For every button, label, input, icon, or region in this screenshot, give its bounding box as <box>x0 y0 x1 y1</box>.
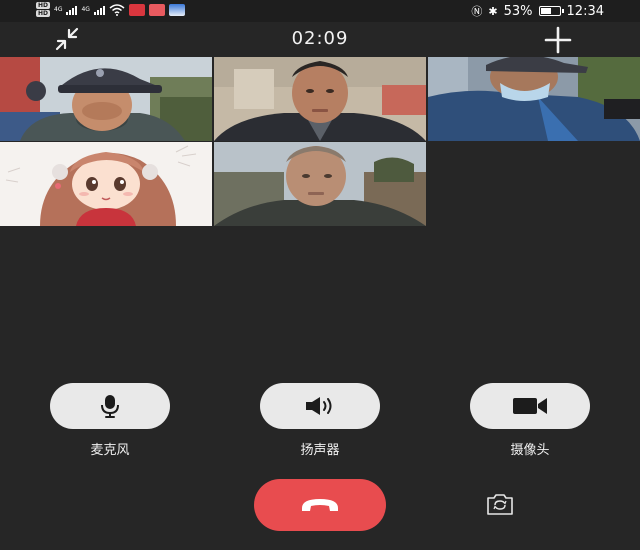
clock: 12:34 <box>566 3 604 19</box>
video-camera-icon <box>513 398 547 414</box>
microphone-control: 麦克风 <box>50 383 170 458</box>
battery-icon <box>538 6 564 16</box>
camera-control: 摄像头 <box>470 383 590 458</box>
battery-percent: 53% <box>503 3 533 19</box>
microphone-icon <box>101 395 119 418</box>
signal-strength-1-icon <box>66 5 78 15</box>
speaker-label: 扬声器 <box>300 443 340 458</box>
switch-camera-icon[interactable] <box>486 492 514 516</box>
sim1-hd-badge: HD <box>36 2 51 9</box>
notification-app-icon <box>148 3 165 16</box>
camera-button[interactable] <box>470 383 590 429</box>
status-bar: HD HD 4G 4G Ⓝ ✱ 53% 12:34 <box>0 0 640 22</box>
speaker-button[interactable] <box>260 383 380 429</box>
participant-video-3[interactable] <box>428 57 640 141</box>
status-bar-right: Ⓝ ✱ 53% 12:34 <box>471 3 604 19</box>
bluetooth-icon: ✱ <box>488 4 498 18</box>
battery-level-fill <box>540 8 551 14</box>
camera-label: 摄像头 <box>510 443 550 458</box>
notification-app-icon <box>128 3 145 16</box>
speaker-icon <box>306 397 332 415</box>
microphone-label: 麦克风 <box>90 443 130 458</box>
participant-video-5[interactable] <box>214 142 426 226</box>
participant-video-1[interactable] <box>0 57 212 141</box>
participant-avatar-4[interactable] <box>0 142 212 226</box>
wifi-icon <box>109 3 125 16</box>
speaker-control: 扬声器 <box>260 383 380 458</box>
nfc-icon: Ⓝ <box>471 5 483 18</box>
signal-strength-2-icon <box>93 5 105 15</box>
video-call-screen: HD HD 4G 4G Ⓝ ✱ 53% 12:34 02:09 麦克风 扬声器 … <box>0 0 640 550</box>
sim2-hd-badge: HD <box>36 10 51 17</box>
network-type-1: 4G <box>54 5 63 13</box>
hangup-button[interactable] <box>254 479 386 531</box>
plus-icon[interactable] <box>544 26 572 54</box>
notification-app-icon <box>168 3 185 16</box>
sim-indicators: HD HD <box>36 2 51 17</box>
status-bar-left: HD HD 4G 4G <box>36 2 185 17</box>
microphone-button[interactable] <box>50 383 170 429</box>
participant-video-2[interactable] <box>214 57 426 141</box>
phone-hangup-icon <box>302 499 338 511</box>
call-header: 02:09 <box>0 22 640 56</box>
network-type-2: 4G <box>81 5 90 13</box>
